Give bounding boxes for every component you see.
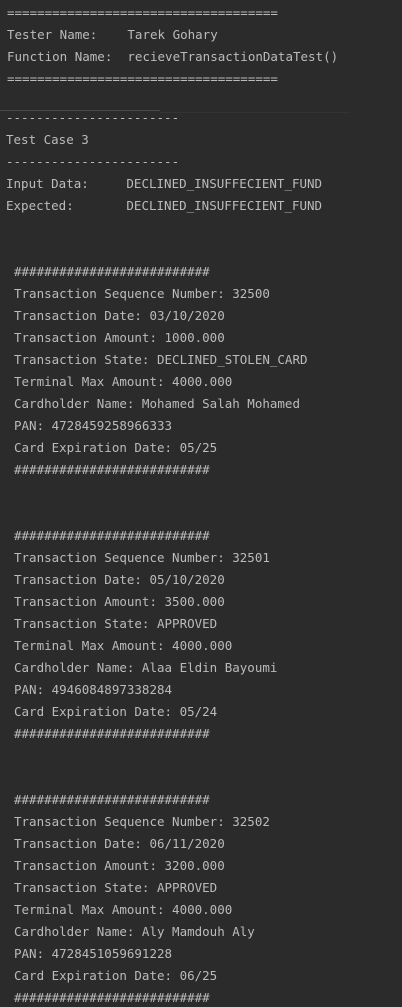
record-pan: PAN: 4728451059691228 [14,946,173,961]
record-border-top: ########################## [14,792,210,807]
header-rule-bottom: ==================================== [7,71,278,86]
console-output[interactable]: ==================================== Tes… [0,0,402,1007]
expected-line: Expected: DECLINED_INSUFFECIENT_FUND [6,198,323,213]
record-transaction-state: Transaction State: APPROVED [14,616,218,631]
record-terminal-max-amount: Terminal Max Amount: 4000.000 [14,374,233,389]
record-terminal-max-amount: Terminal Max Amount: 4000.000 [14,902,233,917]
record-card-expiration-date: Card Expiration Date: 06/25 [14,968,218,983]
record-transaction-date: Transaction Date: 05/10/2020 [14,572,225,587]
record-card-expiration-date: Card Expiration Date: 05/25 [14,440,218,455]
record-border-top: ########################## [14,528,210,543]
record-card-expiration-date: Card Expiration Date: 05/24 [14,704,218,719]
record-border-bottom: ########################## [14,990,210,1005]
record-transaction-state: Transaction State: DECLINED_STOLEN_CARD [14,352,308,367]
record-transaction-date: Transaction Date: 06/11/2020 [14,836,225,851]
record-cardholder-name: Cardholder Name: Alaa Eldin Bayoumi [14,660,278,675]
record-sequence-number: Transaction Sequence Number: 32501 [14,550,270,565]
record-transaction-state: Transaction State: APPROVED [14,880,218,895]
record-pan: PAN: 4728459258966333 [14,418,173,433]
record-cardholder-name: Cardholder Name: Aly Mamdouh Aly [14,924,255,939]
record-border-top: ########################## [14,264,210,279]
test-case-rule-bottom: ----------------------- [6,154,180,169]
header-rule-top: ==================================== [7,5,278,20]
tester-name-line: Tester Name: Tarek Gohary [7,27,218,42]
record-transaction-amount: Transaction Amount: 1000.000 [14,330,225,345]
record-sequence-number: Transaction Sequence Number: 32500 [14,286,270,301]
divider [160,112,350,113]
record-transaction-date: Transaction Date: 03/10/2020 [14,308,225,323]
record-border-bottom: ########################## [14,462,210,477]
test-case-title: Test Case 3 [6,132,89,147]
function-name-line: Function Name: recieveTransactionDataTes… [7,49,339,64]
input-data-line: Input Data: DECLINED_INSUFFECIENT_FUND [6,176,323,191]
record-border-bottom: ########################## [14,726,210,741]
record-transaction-amount: Transaction Amount: 3500.000 [14,594,225,609]
record-pan: PAN: 4946084897338284 [14,682,173,697]
test-case-rule-top: ----------------------- [6,110,180,125]
record-sequence-number: Transaction Sequence Number: 32502 [14,814,270,829]
record-terminal-max-amount: Terminal Max Amount: 4000.000 [14,638,233,653]
record-cardholder-name: Cardholder Name: Mohamed Salah Mohamed [14,396,300,411]
record-transaction-amount: Transaction Amount: 3200.000 [14,858,225,873]
